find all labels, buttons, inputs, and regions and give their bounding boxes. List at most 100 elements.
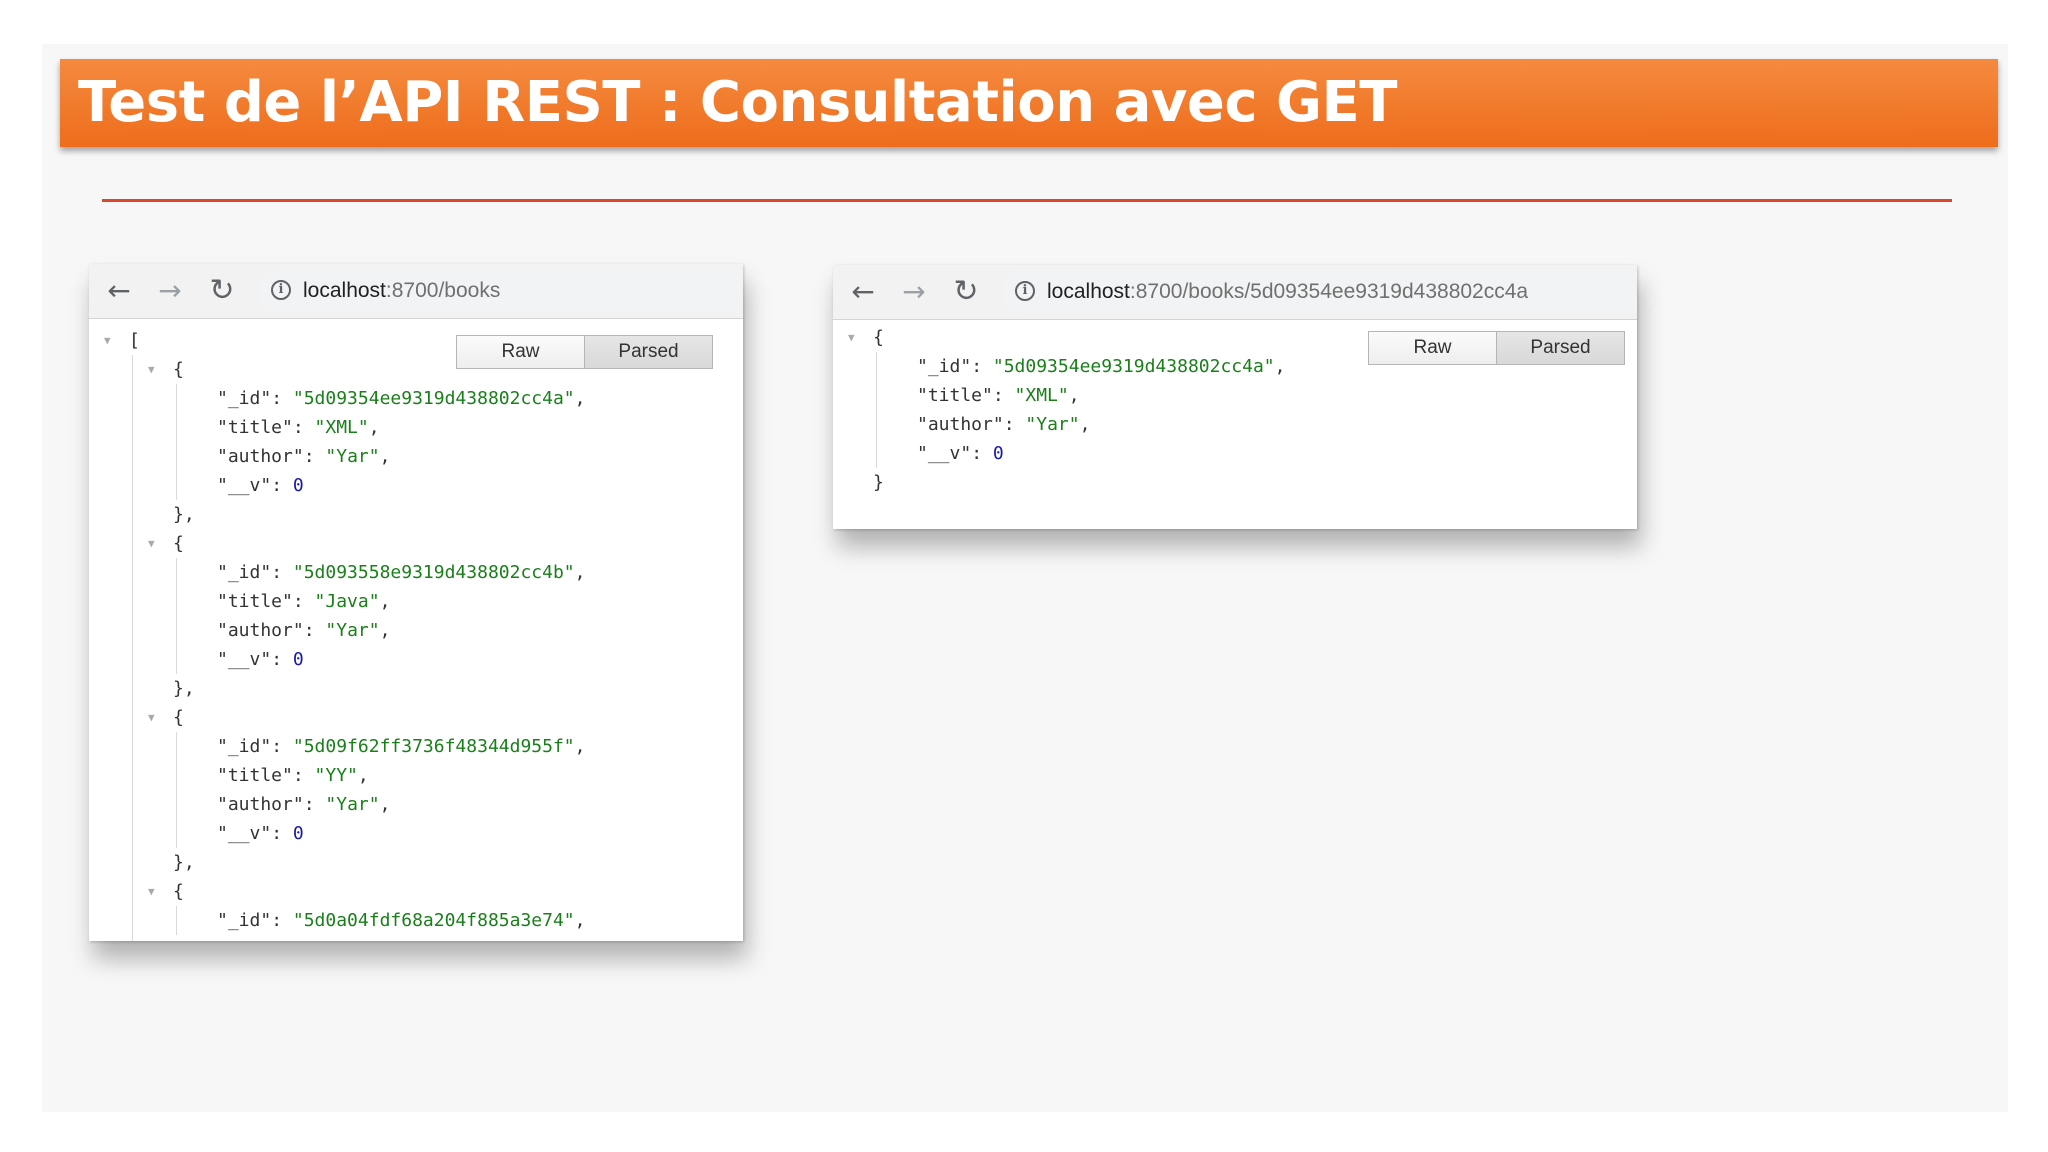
- parsed-button[interactable]: Parsed: [584, 336, 712, 368]
- json-bracket: {: [173, 707, 184, 728]
- json-key: "__v": [217, 649, 272, 670]
- json-bracket: [: [129, 330, 140, 351]
- json-bracket-line: ▼{: [148, 703, 184, 732]
- json-comma: ,: [574, 736, 586, 757]
- json-separator: :: [271, 649, 293, 670]
- json-key: "__v": [217, 823, 272, 844]
- info-icon[interactable]: i: [1015, 281, 1035, 301]
- json-key: "__v": [917, 443, 972, 464]
- json-viewer: Raw Parsed ▼{"_id": "5d09354ee9319d43880…: [833, 320, 1637, 529]
- json-separator: :: [271, 736, 293, 757]
- json-bracket: {: [173, 881, 184, 902]
- json-property-line: "__v": 0: [217, 819, 304, 848]
- json-separator: :: [303, 446, 326, 467]
- info-icon[interactable]: i: [271, 280, 291, 300]
- json-property-line: "_id": "5d09354ee9319d438802cc4a",: [217, 384, 585, 413]
- slide-title: Test de l’API REST : Consultation avec G…: [78, 70, 1397, 135]
- json-bracket: {: [173, 359, 184, 380]
- title-divider: [102, 199, 1952, 202]
- json-property-line: "author": "Yar",: [217, 790, 390, 819]
- url-text[interactable]: localhost:8700/books/5d09354ee9319d43880…: [1047, 280, 1528, 304]
- json-key: "__v": [217, 475, 272, 496]
- json-comma: ,: [368, 417, 380, 438]
- parsed-button[interactable]: Parsed: [1496, 332, 1624, 364]
- json-separator: :: [271, 823, 293, 844]
- indent-guide: [132, 355, 133, 941]
- json-bracket-line: ▼{: [848, 323, 884, 352]
- json-value: "5d093558e9319d438802cc4b": [292, 562, 575, 583]
- json-value: "YY": [314, 765, 358, 786]
- forward-arrow-icon[interactable]: →: [155, 276, 185, 306]
- json-comma: ,: [1079, 414, 1091, 435]
- json-comma: ,: [379, 591, 391, 612]
- json-comma: ,: [1068, 385, 1080, 406]
- indent-guide: [176, 906, 177, 935]
- reload-icon[interactable]: ↻: [207, 276, 237, 306]
- json-key: "author": [217, 620, 304, 641]
- json-key: "author": [917, 414, 1004, 435]
- raw-button[interactable]: Raw: [457, 336, 584, 368]
- indent-guide: [176, 384, 177, 500]
- json-separator: :: [292, 591, 315, 612]
- collapse-toggle-icon[interactable]: ▼: [148, 703, 155, 732]
- json-bracket-line: ▼{: [148, 877, 184, 906]
- json-value: "Yar": [325, 794, 380, 815]
- json-value: "Yar": [325, 620, 380, 641]
- json-bracket: },: [173, 678, 195, 699]
- json-separator: :: [303, 794, 326, 815]
- collapse-toggle-icon[interactable]: ▼: [148, 355, 155, 384]
- json-bracket-line: ▼[: [104, 326, 140, 355]
- url-text[interactable]: localhost:8700/books: [303, 279, 500, 303]
- json-value: "Java": [314, 591, 380, 612]
- browser-toolbar: ← → ↻ i localhost:8700/books/5d09354ee93…: [833, 265, 1637, 320]
- collapse-toggle-icon[interactable]: ▼: [148, 877, 155, 906]
- json-property-line: "title": "Java",: [217, 587, 390, 616]
- json-value: "Yar": [1025, 414, 1080, 435]
- json-comma: ,: [379, 794, 391, 815]
- collapse-toggle-icon[interactable]: ▼: [848, 323, 855, 352]
- title-bar: Test de l’API REST : Consultation avec G…: [60, 59, 1998, 147]
- reload-icon[interactable]: ↻: [951, 277, 981, 307]
- json-value: "5d09f62ff3736f48344d955f": [292, 736, 575, 757]
- json-separator: :: [271, 562, 293, 583]
- json-separator: :: [992, 385, 1015, 406]
- json-separator: :: [971, 443, 993, 464]
- json-value: 0: [292, 649, 304, 670]
- json-separator: :: [971, 356, 993, 377]
- url-host: localhost: [1047, 280, 1130, 303]
- address-bar[interactable]: i localhost:8700/books: [259, 270, 743, 312]
- json-comma: ,: [379, 446, 391, 467]
- json-separator: :: [303, 620, 326, 641]
- json-value: "5d09354ee9319d438802cc4a": [992, 356, 1275, 377]
- indent-guide: [176, 558, 177, 674]
- browser-window-books-list: ← → ↻ i localhost:8700/books Raw Parsed …: [89, 264, 743, 941]
- json-comma: ,: [574, 910, 586, 931]
- json-property-line: "__v": 0: [217, 471, 304, 500]
- back-arrow-icon[interactable]: ←: [848, 277, 878, 307]
- json-value: "Yar": [325, 446, 380, 467]
- json-separator: :: [271, 475, 293, 496]
- json-bracket: {: [873, 327, 884, 348]
- json-key: "title": [217, 417, 293, 438]
- forward-arrow-icon[interactable]: →: [899, 277, 929, 307]
- back-arrow-icon[interactable]: ←: [104, 276, 134, 306]
- json-bracket: {: [173, 533, 184, 554]
- json-value: "5d0a04fdf68a204f885a3e74": [292, 910, 575, 931]
- url-host: localhost: [303, 279, 386, 302]
- indent-guide: [876, 352, 877, 468]
- json-value: "XML": [314, 417, 369, 438]
- json-bracket-line: },: [173, 500, 195, 529]
- url-path: :8700/books/5d09354ee9319d438802cc4a: [1129, 280, 1529, 303]
- json-comma: ,: [357, 765, 369, 786]
- browser-toolbar: ← → ↻ i localhost:8700/books: [89, 264, 743, 319]
- collapse-toggle-icon[interactable]: ▼: [148, 529, 155, 558]
- json-bracket: }: [873, 472, 884, 493]
- json-key: "_id": [217, 736, 272, 757]
- json-separator: :: [271, 910, 293, 931]
- address-bar[interactable]: i localhost:8700/books/5d09354ee9319d438…: [1003, 271, 1637, 313]
- json-bracket-line: },: [173, 674, 195, 703]
- json-bracket-line: },: [173, 848, 195, 877]
- raw-button[interactable]: Raw: [1369, 332, 1496, 364]
- collapse-toggle-icon[interactable]: ▼: [104, 326, 111, 355]
- view-mode-toggle: Raw Parsed: [1368, 331, 1625, 365]
